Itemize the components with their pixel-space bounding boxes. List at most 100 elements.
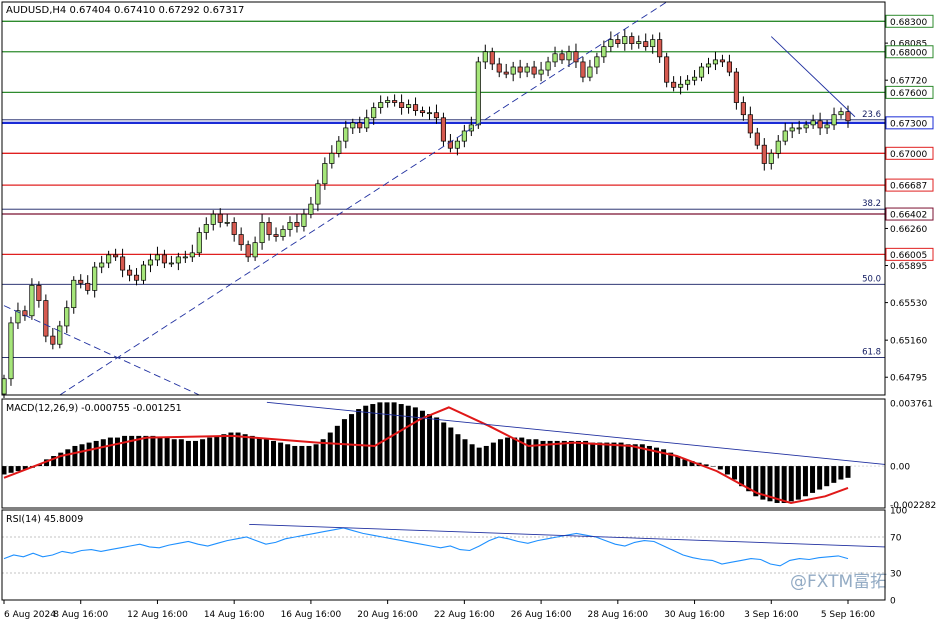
candle-body: [650, 39, 656, 48]
candle-body: [496, 63, 502, 73]
candle-body: [643, 41, 649, 48]
candle: [782, 122, 788, 146]
candle: [426, 106, 433, 120]
candle-body: [419, 110, 426, 114]
rsi-pane: 100 70 30 0: [2, 507, 907, 607]
macd-bar: [341, 419, 347, 467]
candle: [475, 56, 481, 129]
macd-bar: [228, 432, 234, 467]
macd-bar: [263, 439, 269, 467]
candle: [419, 106, 426, 117]
candle: [99, 255, 105, 274]
candle: [761, 138, 767, 171]
macd-bar: [334, 425, 340, 467]
candle-body: [252, 242, 258, 258]
macd-bar: [150, 435, 156, 467]
candle: [22, 305, 28, 321]
candle: [531, 60, 537, 79]
candle: [252, 236, 258, 261]
macd-bar: [575, 440, 581, 467]
candle-body: [615, 39, 621, 44]
candle: [385, 96, 391, 108]
macd-pane: 0.0037610.00-0.002282: [1, 400, 936, 511]
candle-body: [406, 104, 412, 108]
candle: [392, 94, 398, 107]
time-tick-label: 26 Aug 16:00: [511, 610, 572, 620]
candle-body: [726, 61, 732, 73]
candle-body: [238, 234, 244, 246]
candle-body: [657, 39, 663, 58]
candle-body: [308, 203, 314, 215]
candle: [120, 248, 126, 278]
candle: [161, 249, 167, 269]
fib-level-label: 23.6: [862, 110, 881, 120]
macd-bar: [561, 440, 567, 467]
macd-bar: [214, 435, 220, 467]
candle: [78, 274, 84, 289]
candle: [698, 62, 705, 82]
macd-bar: [795, 466, 801, 500]
candle-body: [608, 39, 614, 48]
candle-body: [43, 300, 49, 337]
chart-header: AUDUSD,H4 0.67404 0.67410 0.67292 0.6731…: [6, 5, 244, 16]
macd-bar: [597, 442, 603, 467]
candle-body: [803, 124, 809, 129]
candle-body: [336, 140, 342, 154]
candle: [489, 47, 495, 71]
rsi-tick-label: 100: [890, 507, 907, 517]
candle-body: [740, 102, 746, 116]
candle: [343, 120, 349, 149]
macd-bar: [15, 466, 21, 472]
candle-body: [203, 224, 209, 233]
candle-body: [412, 104, 419, 112]
candle-body: [210, 213, 216, 225]
price-tick-label: 0.65895: [890, 262, 927, 272]
candle-body: [691, 76, 698, 81]
macd-bar: [497, 439, 503, 467]
candle-body: [99, 262, 105, 268]
candle-body: [140, 264, 147, 281]
candle: [182, 250, 188, 263]
level-tag-label: 0.67300: [890, 119, 927, 129]
candle: [503, 63, 509, 79]
macd-bar: [93, 440, 99, 467]
candle: [406, 99, 412, 114]
macd-bar: [490, 442, 496, 467]
macd-bar: [710, 466, 716, 467]
candle-body: [322, 163, 328, 185]
macd-bar: [455, 434, 461, 467]
candle-body: [489, 51, 495, 65]
macd-bar: [469, 444, 475, 467]
candle-body: [231, 222, 237, 235]
candle-body: [622, 36, 628, 44]
fib-level-label: 61.8: [862, 347, 881, 357]
macd-bar: [462, 439, 468, 467]
rsi-line: [3, 527, 849, 567]
candle-body: [350, 122, 356, 129]
time-tick-label: 6 Aug 2024: [4, 610, 56, 620]
candle: [15, 302, 21, 329]
candle: [545, 56, 551, 77]
macd-bar: [590, 442, 596, 467]
macd-bar: [8, 466, 14, 473]
candle-body: [364, 117, 370, 129]
candle: [8, 316, 14, 386]
macd-bar: [100, 439, 106, 467]
macd-bar: [533, 439, 539, 467]
candle-body: [685, 79, 691, 85]
candle-body: [552, 53, 558, 63]
candle-body: [747, 114, 753, 134]
candle-body: [671, 81, 677, 88]
macd-bar: [831, 466, 837, 483]
candle: [573, 43, 579, 69]
candle-body: [468, 124, 474, 132]
macd-bar: [717, 466, 723, 470]
candle-body: [92, 266, 98, 291]
candle: [196, 227, 202, 257]
pane-frame-2: [1, 509, 886, 601]
candle: [140, 260, 147, 285]
candle: [231, 217, 237, 242]
candle-body: [378, 102, 384, 108]
candle-body: [224, 222, 230, 224]
candle-body: [315, 183, 321, 205]
